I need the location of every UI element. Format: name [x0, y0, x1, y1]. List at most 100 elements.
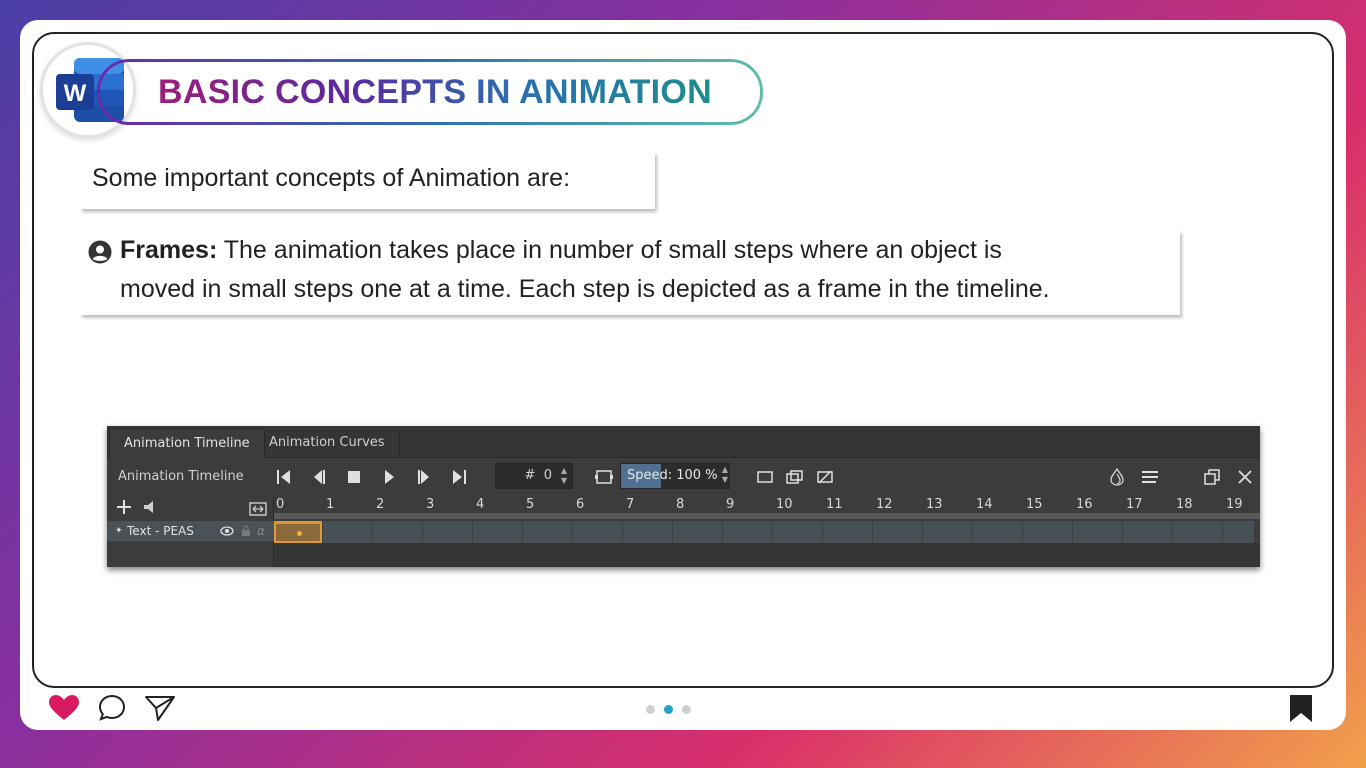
ruler-frame-number: 10	[776, 497, 793, 512]
ruler-frame-number: 3	[426, 497, 435, 512]
cell-divider	[322, 521, 323, 543]
ruler-frame-number: 8	[676, 497, 685, 512]
cell-divider	[772, 521, 773, 543]
cell-divider	[1122, 521, 1123, 543]
ruler-frame-number: 12	[876, 497, 893, 512]
zoom-fit-icon[interactable]	[248, 499, 268, 519]
animation-timeline-panel: Animation Timeline Animation Curves Anim…	[107, 426, 1260, 567]
frames-term: Frames:	[120, 236, 218, 264]
ruler-frame-number: 7	[626, 497, 635, 512]
page-dot-active[interactable]	[664, 705, 673, 714]
playback-speed-slider[interactable]: Speed: 100 %	[620, 463, 730, 489]
cell-divider	[622, 521, 623, 543]
ruler-frame-number: 1	[326, 497, 335, 512]
logo-letter: W	[64, 80, 87, 107]
cell-divider	[372, 521, 373, 543]
alpha-lock-icon[interactable]: α	[257, 521, 265, 541]
ruler-frame-number: 18	[1176, 497, 1193, 512]
cell-divider	[1022, 521, 1023, 543]
visibility-eye-icon[interactable]	[220, 521, 234, 547]
frame-cells[interactable]	[274, 521, 1254, 543]
float-panel-icon[interactable]	[1202, 467, 1222, 487]
ruler-frame-number: 11	[826, 497, 843, 512]
frames-definition: Frames: The animation takes place in num…	[80, 230, 1180, 315]
playback-range-icon[interactable]	[594, 467, 614, 487]
cell-divider	[1072, 521, 1073, 543]
drop-frames-icon[interactable]	[815, 467, 835, 487]
layer-row[interactable]: ✦ Text - PEAS α	[107, 521, 274, 541]
frame-ruler[interactable]: 0 1 2 3 4 5 6 7 8 9 10 11 12 13 14 15 16 17 18 19	[274, 495, 1260, 515]
slide-title: BASIC CONCEPTS IN ANIMATION	[158, 73, 712, 111]
frame-prefix: #	[524, 468, 536, 483]
frame-value: 0	[543, 468, 552, 483]
current-frame-cell[interactable]	[274, 521, 322, 543]
ruler-frame-number: 6	[576, 497, 585, 512]
ruler-frame-number: 15	[1026, 497, 1043, 512]
cell-divider	[1172, 521, 1173, 543]
onion-skin-flame-icon[interactable]	[1107, 467, 1127, 487]
frames-line-1-text: The animation takes place in number of s…	[217, 236, 1002, 264]
page-dot[interactable]	[682, 705, 691, 714]
comment-icon[interactable]	[98, 694, 126, 722]
tab-animation-curves[interactable]: Animation Curves	[255, 428, 400, 458]
cell-divider	[572, 521, 573, 543]
tab-animation-timeline[interactable]: Animation Timeline	[109, 428, 265, 458]
page-dot[interactable]	[646, 705, 655, 714]
ruler-frame-number: 16	[1076, 497, 1093, 512]
pin-icon: ✦	[115, 526, 123, 536]
cell-divider	[722, 521, 723, 543]
onion-skins-icon[interactable]	[785, 467, 805, 487]
intro-text: Some important concepts of Animation are…	[80, 152, 655, 209]
add-layer-icon[interactable]	[114, 497, 134, 517]
timeline-toolbar: Animation Timeline # 0 ▲ ▼ Speed: 100 % …	[107, 459, 1260, 495]
ruler-frame-number: 17	[1126, 497, 1143, 512]
layer-name: Text - PEAS	[127, 524, 194, 538]
timeline-grid: ✦ Text - PEAS α 0 1 2 3 4 5 6 7 8 9 10 11 12 13 14 15 16…	[107, 495, 1260, 567]
page-indicator	[646, 704, 696, 716]
menu-icon[interactable]	[1140, 467, 1160, 487]
ruler-frame-number: 19	[1226, 497, 1243, 512]
cell-divider	[872, 521, 873, 543]
skip-to-start-icon[interactable]	[274, 467, 294, 487]
cell-divider	[972, 521, 973, 543]
audio-icon[interactable]	[141, 497, 161, 517]
next-frame-icon[interactable]	[414, 467, 434, 487]
user-circle-icon	[88, 240, 112, 264]
timeline-tabbar: Animation Timeline Animation Curves	[107, 426, 1260, 458]
cell-divider	[922, 521, 923, 543]
keyframe-dot	[297, 531, 302, 536]
ruler-frame-number: 14	[976, 497, 993, 512]
heart-icon[interactable]	[48, 694, 80, 722]
ruler-bar	[274, 513, 1260, 519]
cell-divider	[672, 521, 673, 543]
current-frame-input[interactable]: # 0 ▲ ▼	[495, 463, 573, 489]
timeline-empty-area	[274, 543, 1260, 567]
ruler-frame-number: 9	[726, 497, 735, 512]
slide-card: W BASIC CONCEPTS IN ANIMATION Some impor…	[20, 20, 1346, 730]
lock-icon[interactable]	[240, 521, 252, 547]
ruler-frame-number: 5	[526, 497, 535, 512]
cell-divider	[822, 521, 823, 543]
previous-frame-icon[interactable]	[309, 467, 329, 487]
frames-line-2: moved in small steps one at a time. Each…	[120, 275, 1050, 303]
play-icon[interactable]	[379, 467, 399, 487]
stop-icon[interactable]	[344, 467, 364, 487]
speed-label: Speed: 100 %	[627, 468, 718, 483]
ruler-frame-number: 2	[376, 497, 385, 512]
send-icon[interactable]	[144, 694, 176, 722]
frame-spinner-icon[interactable]: ▲ ▼	[558, 466, 570, 486]
ruler-frame-number: 13	[926, 497, 943, 512]
close-icon[interactable]	[1235, 467, 1255, 487]
skip-to-end-icon[interactable]	[449, 467, 469, 487]
ruler-frame-number: 4	[476, 497, 485, 512]
frames-line-1: Frames: The animation takes place in num…	[120, 231, 1002, 269]
toolbar-title: Animation Timeline	[118, 469, 244, 484]
slide-frame	[32, 32, 1334, 688]
ruler-frame-number: 0	[276, 497, 285, 512]
speed-spinner-icon[interactable]: ▲ ▼	[719, 465, 731, 485]
bookmark-icon[interactable]	[1288, 694, 1314, 724]
cell-divider	[422, 521, 423, 543]
cell-divider	[522, 521, 523, 543]
cell-divider	[1222, 521, 1223, 543]
onion-skin-frame-icon[interactable]	[755, 467, 775, 487]
